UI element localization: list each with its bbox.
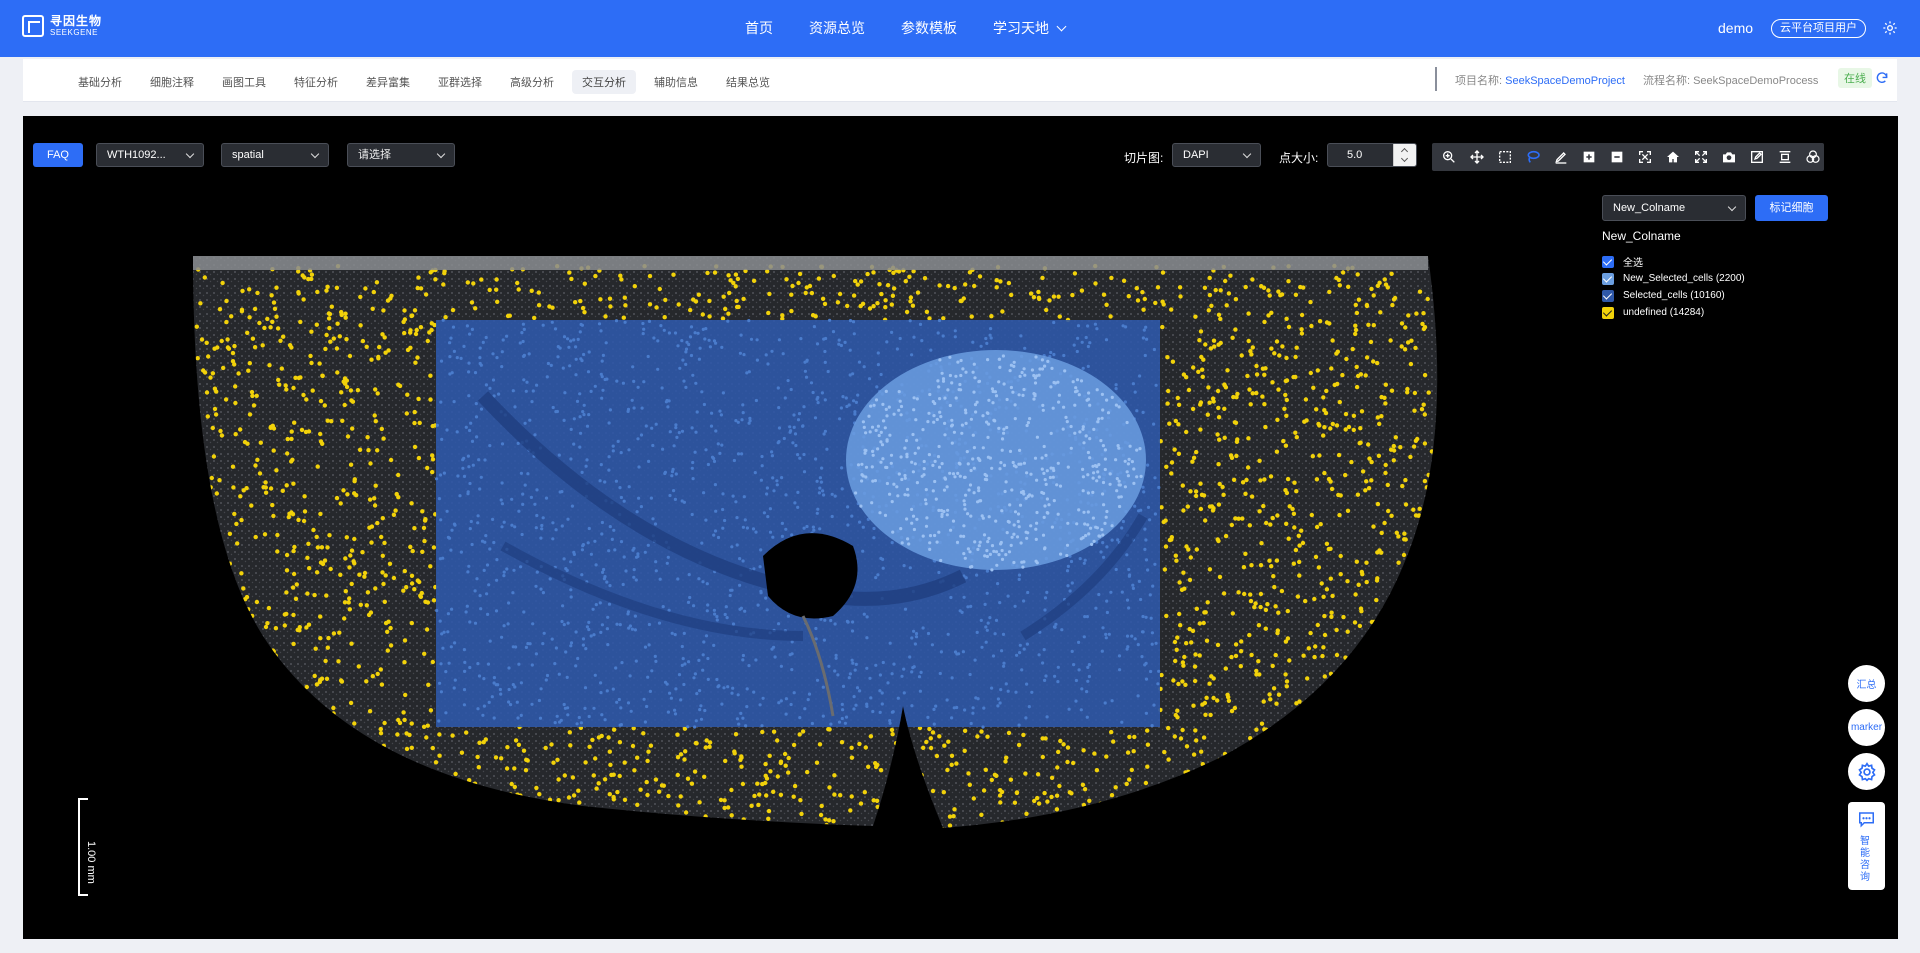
nav-learning[interactable]: 学习天地: [993, 18, 1067, 38]
edit-icon[interactable]: [1746, 146, 1768, 168]
legend: 全选 New_Selected_cells (2200) Selected_ce…: [1602, 253, 1745, 321]
legend-label: Selected_cells (10160): [1623, 290, 1725, 301]
checkbox-checked-icon[interactable]: [1602, 272, 1614, 285]
chevron-down-icon: [436, 149, 446, 159]
divider: [1435, 67, 1437, 91]
summary-button[interactable]: 汇总: [1848, 665, 1885, 702]
tab-results[interactable]: 结果总览: [716, 70, 780, 94]
chevron-down-icon: [310, 149, 320, 159]
lasso-icon[interactable]: [1522, 146, 1544, 168]
consult-label: 智能咨询: [1860, 836, 1870, 883]
nav-learning-label: 学习天地: [993, 20, 1049, 36]
faq-button[interactable]: FAQ: [33, 143, 83, 167]
project-info: 项目名称: SeekSpaceDemoProject 流程名称: SeekSpa…: [1455, 72, 1818, 88]
slice-value: DAPI: [1183, 149, 1209, 161]
tab-plot-tools[interactable]: 画图工具: [212, 70, 276, 94]
colname-select[interactable]: New_Colname: [1602, 195, 1746, 221]
embedding-select[interactable]: spatial: [221, 143, 329, 167]
user-name[interactable]: demo: [1718, 20, 1753, 36]
tab-interactive[interactable]: 交互分析: [572, 70, 636, 94]
venn-icon[interactable]: [1802, 146, 1824, 168]
tab-subcluster[interactable]: 亚群选择: [428, 70, 492, 94]
settings-button[interactable]: [1848, 753, 1885, 790]
sample-value: WTH1092...: [107, 149, 166, 161]
analysis-subnav: 基础分析 细胞注释 画图工具 特征分析 差异富集 亚群选择 高级分析 交互分析 …: [23, 59, 1897, 102]
chevron-down-icon: [1056, 21, 1067, 32]
sample-select[interactable]: WTH1092...: [96, 143, 204, 167]
slice-label: 切片图:: [1124, 151, 1164, 165]
chat-icon: [1859, 812, 1874, 828]
stepper-up-icon[interactable]: [1394, 144, 1416, 155]
autoscale-icon[interactable]: [1634, 146, 1656, 168]
draw-icon[interactable]: [1550, 146, 1572, 168]
top-header: 寻因生物 SEEKGENE 首页 资源总览 参数模板 学习天地 demo 云平台…: [0, 0, 1920, 57]
fullscreen-icon[interactable]: [1690, 146, 1712, 168]
smart-consult-button[interactable]: 智能咨询: [1848, 802, 1885, 890]
tab-basic-analysis[interactable]: 基础分析: [68, 70, 132, 94]
chevron-down-icon: [185, 149, 195, 159]
tab-cell-annotation[interactable]: 细胞注释: [140, 70, 204, 94]
logo-cn-text: 寻因生物: [50, 14, 103, 28]
mark-cells-button[interactable]: 标记细胞: [1755, 195, 1828, 221]
legend-title: New_Colname: [1602, 229, 1681, 243]
marker-button[interactable]: marker: [1848, 709, 1885, 746]
checkbox-checked-icon[interactable]: [1602, 289, 1614, 302]
gear-icon: [1857, 761, 1876, 782]
group-placeholder: 请选择: [358, 149, 391, 161]
box-select-icon[interactable]: [1494, 146, 1516, 168]
slice-select[interactable]: DAPI: [1172, 143, 1261, 167]
legend-item-undefined[interactable]: undefined (14284): [1602, 304, 1745, 321]
user-role-badge: 云平台项目用户: [1771, 19, 1866, 38]
home-icon[interactable]: [1662, 146, 1684, 168]
main-nav: 首页 资源总览 参数模板 学习天地: [745, 18, 1067, 38]
tab-diff-enrichment[interactable]: 差异富集: [356, 70, 420, 94]
zoom-minus-icon[interactable]: [1606, 146, 1628, 168]
legend-label: New_Selected_cells (2200): [1623, 273, 1745, 284]
chevron-down-icon: [1727, 202, 1737, 212]
settings-gear-icon[interactable]: [1882, 20, 1898, 36]
checkbox-checked-icon[interactable]: [1602, 306, 1614, 319]
spatial-viewer[interactable]: FAQ WTH1092... spatial 请选择 切片图: DAPI 点大小…: [23, 116, 1898, 939]
process-name: SeekSpaceDemoProcess: [1693, 75, 1819, 87]
tab-auxiliary[interactable]: 辅助信息: [644, 70, 708, 94]
tab-feature-analysis[interactable]: 特征分析: [284, 70, 348, 94]
camera-icon[interactable]: [1718, 146, 1740, 168]
status-badge: 在线: [1838, 68, 1872, 88]
point-size-stepper[interactable]: [1393, 144, 1416, 166]
checkbox-checked-icon[interactable]: [1602, 255, 1614, 268]
chevron-down-icon: [1242, 149, 1252, 159]
project-label: 项目名称:: [1455, 75, 1503, 87]
zoom-in-icon[interactable]: [1438, 146, 1460, 168]
legend-item-new-selected[interactable]: New_Selected_cells (2200): [1602, 270, 1745, 287]
point-size-label: 点大小:: [1279, 151, 1319, 165]
zoom-plus-icon[interactable]: [1578, 146, 1600, 168]
nav-templates[interactable]: 参数模板: [901, 18, 957, 38]
legend-item-selected[interactable]: Selected_cells (10160): [1602, 287, 1745, 304]
tab-advanced[interactable]: 高级分析: [500, 70, 564, 94]
logo[interactable]: 寻因生物 SEEKGENE: [22, 15, 102, 37]
nav-home[interactable]: 首页: [745, 18, 773, 38]
embedding-value: spatial: [232, 149, 264, 161]
scale-bar-label: 1.00 mm: [85, 841, 97, 884]
logo-icon: [22, 15, 44, 37]
stepper-down-icon[interactable]: [1394, 155, 1416, 166]
refresh-icon[interactable]: [1875, 71, 1889, 85]
analysis-tabs: 基础分析 细胞注释 画图工具 特征分析 差异富集 亚群选择 高级分析 交互分析 …: [68, 70, 780, 94]
project-name[interactable]: SeekSpaceDemoProject: [1505, 75, 1625, 87]
legend-item-select-all[interactable]: 全选: [1602, 253, 1745, 270]
pan-icon[interactable]: [1466, 146, 1488, 168]
plot-toolbar: [1432, 143, 1824, 171]
legend-label: undefined (14284): [1623, 307, 1705, 318]
fit-icon[interactable]: [1774, 146, 1796, 168]
nav-resources[interactable]: 资源总览: [809, 18, 865, 38]
colname-value: New_Colname: [1613, 202, 1686, 214]
group-select[interactable]: 请选择: [347, 143, 455, 167]
logo-en-text: SEEKGENE: [50, 28, 99, 37]
legend-label: 全选: [1623, 258, 1643, 269]
process-label: 流程名称:: [1642, 75, 1691, 87]
